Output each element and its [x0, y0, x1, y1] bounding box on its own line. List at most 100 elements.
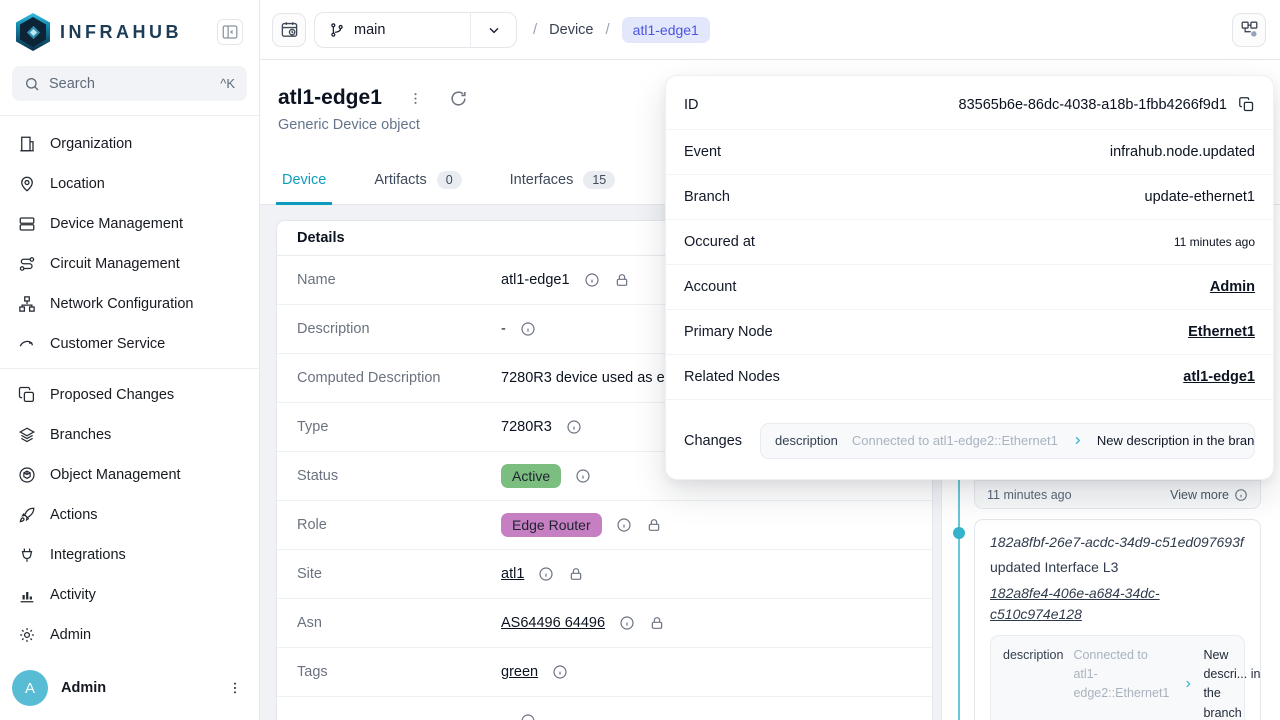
plug-icon [18, 546, 36, 564]
site-link[interactable]: atl1 [501, 566, 524, 582]
nav-label: Device Management [50, 216, 183, 232]
object-menu-kebab-icon[interactable] [408, 91, 423, 106]
nav-label: Activity [50, 587, 96, 603]
change-property: description [1003, 646, 1063, 720]
sidebar-item-integrations[interactable]: Integrations [8, 535, 251, 575]
detail-row-site: Site atl1 [277, 550, 932, 599]
change-property: description [775, 433, 838, 448]
row-label: Role [297, 517, 501, 533]
brand-name: INFRAHUB [60, 22, 182, 43]
breadcrumb-device[interactable]: Device [549, 22, 593, 38]
sidebar-item-location[interactable]: Location [8, 164, 251, 204]
sidebar-item-organization[interactable]: Organization [8, 124, 251, 164]
info-icon[interactable] [584, 272, 600, 288]
popup-row-branch: Branch update-ethernet1 [666, 174, 1273, 219]
route-icon [18, 255, 36, 273]
branch-selector[interactable]: main [314, 12, 517, 48]
lock-icon [646, 517, 662, 533]
event-node-link[interactable]: 182a8fe4-406e-a684-34dc-c510c974e128 [990, 583, 1245, 625]
server-icon [18, 215, 36, 233]
detail-row-partial: - [277, 697, 932, 720]
tab-interfaces[interactable]: Interfaces 15 [504, 171, 622, 205]
user-menu-kebab-icon[interactable] [227, 680, 243, 696]
time-travel-button[interactable] [272, 13, 306, 47]
page-title: atl1-edge1 [278, 86, 382, 110]
popup-value: update-ethernet1 [1145, 189, 1255, 205]
popup-label: Account [684, 279, 736, 295]
info-icon[interactable] [552, 664, 568, 680]
row-label: Status [297, 468, 501, 484]
sidebar-item-customer-service[interactable]: Customer Service [8, 324, 251, 364]
breadcrumb-object-pill[interactable]: atl1-edge1 [622, 17, 710, 43]
git-branch-icon [329, 22, 345, 38]
infrahub-app: INFRAHUB Search ^K Organization Location [0, 0, 1280, 720]
curve-arrow-icon [18, 335, 36, 353]
lock-icon [614, 272, 630, 288]
copy-icon[interactable] [1238, 96, 1255, 113]
tab-device[interactable]: Device [276, 171, 332, 205]
branch-selector-chevron[interactable] [470, 13, 516, 47]
info-icon[interactable] [566, 419, 582, 435]
sidebar-item-admin[interactable]: Admin [8, 615, 251, 655]
event-change-box: description Connected to atl1-edge2::Eth… [990, 635, 1245, 720]
sidebar-item-circuit-management[interactable]: Circuit Management [8, 244, 251, 284]
nav-label: Integrations [50, 547, 126, 563]
detail-row-tags: Tags green [277, 648, 932, 697]
popup-label: Primary Node [684, 324, 773, 340]
status-badge: Active [501, 464, 561, 488]
primary-node-link[interactable]: Ethernet1 [1188, 324, 1255, 340]
tab-badge: 0 [437, 171, 462, 189]
nav-label: Network Configuration [50, 296, 193, 312]
sidebar-item-actions[interactable]: Actions [8, 495, 251, 535]
nav-secondary: Proposed Changes Branches Object Managem… [0, 369, 259, 659]
nav-label: Object Management [50, 467, 181, 483]
event-timestamp: 11 minutes ago [987, 488, 1072, 502]
account-link[interactable]: Admin [1210, 279, 1255, 295]
popup-label: Event [684, 144, 721, 160]
user-row[interactable]: A Admin [0, 659, 259, 720]
avatar[interactable]: A [12, 670, 48, 706]
nav-label: Branches [50, 427, 111, 443]
info-icon[interactable] [619, 615, 635, 631]
lock-icon [568, 566, 584, 582]
asn-link[interactable]: AS64496 64496 [501, 615, 605, 631]
info-icon[interactable] [538, 566, 554, 582]
sidebar-item-branches[interactable]: Branches [8, 415, 251, 455]
row-label: Site [297, 566, 501, 582]
chevron-right-icon [1072, 435, 1083, 446]
role-badge: Edge Router [501, 513, 602, 537]
search-input[interactable]: Search ^K [12, 66, 247, 101]
sidebar: INFRAHUB Search ^K Organization Location [0, 0, 260, 720]
sidebar-item-network-configuration[interactable]: Network Configuration [8, 284, 251, 324]
view-more-link[interactable]: View more [1170, 488, 1248, 502]
tab-label: Device [282, 172, 326, 188]
info-icon[interactable] [520, 321, 536, 337]
row-label: Tags [297, 664, 501, 680]
row-label: Description [297, 321, 501, 337]
search-placeholder: Search [49, 76, 95, 92]
related-node-link[interactable]: atl1-edge1 [1183, 369, 1255, 385]
cube-icon [18, 466, 36, 484]
refresh-icon[interactable] [449, 89, 468, 108]
tab-label: Artifacts [374, 172, 426, 188]
sidebar-item-activity[interactable]: Activity [8, 575, 251, 615]
sidebar-collapse-icon[interactable] [217, 19, 243, 45]
detail-row-role: Role Edge Router [277, 501, 932, 550]
branch-selector-value[interactable]: main [315, 13, 470, 47]
tag-link[interactable]: green [501, 664, 538, 680]
tab-label: Interfaces [510, 172, 574, 188]
logo-row: INFRAHUB [0, 0, 259, 60]
sidebar-item-device-management[interactable]: Device Management [8, 204, 251, 244]
search-icon [24, 76, 40, 92]
popup-row-account: Account Admin [666, 264, 1273, 309]
rocket-icon [18, 506, 36, 524]
info-icon[interactable] [616, 517, 632, 533]
info-icon[interactable] [575, 468, 591, 484]
sidebar-item-proposed-changes[interactable]: Proposed Changes [8, 375, 251, 415]
tab-artifacts[interactable]: Artifacts 0 [368, 171, 467, 205]
schema-button[interactable] [1232, 13, 1266, 47]
info-icon [1234, 488, 1248, 502]
info-icon[interactable] [520, 713, 536, 720]
sidebar-item-object-management[interactable]: Object Management [8, 455, 251, 495]
row-value: 7280R3 device used as edge [501, 370, 689, 386]
